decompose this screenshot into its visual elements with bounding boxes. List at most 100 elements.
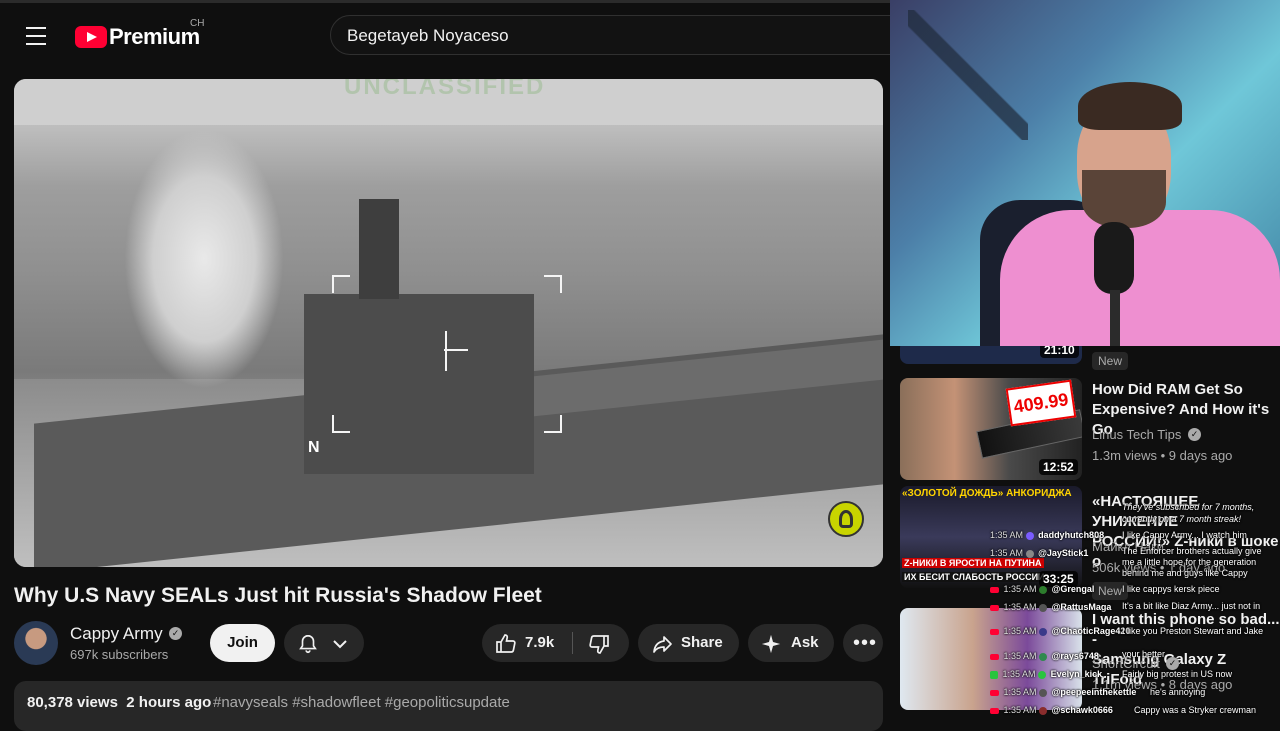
frame-ship-superstructure [304,294,534,474]
chat-time: 1:35 AM [1003,602,1037,612]
top-divider [0,0,890,3]
sparkle-icon [761,634,781,654]
youtube-icon [990,628,999,635]
chat-message: Fairly big protest in US now [1122,669,1233,679]
share-button[interactable]: Share [638,624,739,662]
chat-message: he's annoying [1150,687,1206,697]
streamer-hair [1078,82,1182,130]
chat-message: I like you Preston Stewart and Jake [1122,626,1264,636]
chat-message: behind me and guys like Cappy [1122,568,1248,578]
more-horiz-icon: ••• [853,632,878,654]
microphone [1094,222,1134,294]
channel-watermark-icon[interactable] [828,501,864,537]
reticle-center-v [445,331,447,371]
chat-message: The Enforcer brothers actually give [1122,546,1262,556]
youtube-logo-icon[interactable] [75,26,107,48]
chat-avatar [1039,706,1048,715]
menu-icon[interactable] [26,27,46,45]
reticle-corner-tr [544,275,562,293]
verified-icon: ✓ [169,627,182,640]
logo-country-code: CH [190,18,205,29]
streamer-beard [1082,170,1166,228]
chat-avatar [1039,603,1048,612]
chat-time: 1:35 AM [1003,584,1037,594]
webcam-overlay [890,0,1280,346]
kick-icon [990,670,998,679]
chat-username: @ChaoticRage420 [1051,626,1131,636]
chat-message: I like Cappy Army... I watch him [1122,530,1247,540]
verified-icon: ✓ [1188,428,1201,441]
bell-icon [299,634,317,654]
rec-channel[interactable]: Linus Tech Tips [1092,427,1181,442]
rec-title-line1: How Did RAM Get So [1092,381,1243,398]
chat-row: 1:35 AM @rays6748 [990,651,1099,661]
chat-avatar [1039,688,1048,697]
chat-message: currently on a 7 month streak! [1122,514,1242,524]
hashtags[interactable]: #navyseals #shadowfleet #geopoliticsupda… [213,694,510,711]
new-badge: New [1092,352,1129,370]
view-count: 80,378 views [27,694,118,711]
frame-letter: N [308,439,320,456]
more-actions-button[interactable]: ••• [843,624,883,662]
chevron-down-icon [333,640,347,649]
microphone-stand [1110,290,1120,346]
chat-message: your better [1122,649,1166,659]
video-player[interactable]: UNCLASSIFIED N [14,79,883,567]
rec-duration: 12:52 [1039,459,1078,475]
like-divider [572,632,573,654]
chat-row: 1:35 AM @ChaoticRage420 [990,626,1130,636]
chat-row: 1:35 AM @JayStick1 [990,548,1088,558]
search-input-value[interactable]: Begetayeb Noyaceso [347,26,509,46]
notifications-button[interactable] [284,624,364,662]
chat-time: 1:35 AM [1002,669,1036,679]
chat-username: daddyhutch808 [1038,530,1105,540]
chat-row: 1:35 AM daddyhutch808 [990,530,1104,540]
chat-username: @peepeeinthekettle [1051,687,1137,697]
youtube-icon [990,707,999,714]
chat-time: 1:35 AM [1003,651,1037,661]
join-button[interactable]: Join [210,624,275,662]
chat-username: @schawk0666 [1051,705,1113,715]
thumbs-up-icon[interactable] [494,632,518,656]
frame-ship-mast [359,199,399,299]
rec-duration-partial: 21:10 [1040,346,1079,358]
chat-avatar [1025,549,1034,558]
rec-meta: 1.3m views • 9 days ago [1092,448,1233,463]
frame-top-banner: UNCLASSIFIED [344,79,546,100]
thumbs-down-icon[interactable] [587,632,611,656]
like-dislike-group: 7.9k [482,624,629,662]
youtube-icon [990,689,999,696]
chat-username: @rays6748 [1051,651,1099,661]
chat-avatar [1039,585,1048,594]
ask-label: Ask [791,634,819,651]
chat-username: @Grengal [1051,584,1095,594]
streamer-shirt [1000,210,1280,346]
youtube-icon [990,604,999,611]
chat-overlay: They've subscribed for 7 months, current… [990,498,1280,720]
chat-avatar [1038,670,1047,679]
reticle-corner-tl [332,275,350,293]
chat-message: Cappy was a Stryker crewman [1134,705,1257,715]
youtube-icon [990,653,999,660]
subscriber-count: 697k subscribers [70,647,169,662]
like-count[interactable]: 7.9k [525,634,554,651]
chat-row: 1:35 AM @Grengal [990,584,1094,594]
chat-row: 1:35 AM Evelyn_kick [990,669,1102,679]
chat-username: @RattusMaga [1051,602,1112,612]
logo-text[interactable]: Premium [109,24,200,50]
chat-time: 1:35 AM [990,548,1024,558]
share-icon [653,636,672,653]
chat-time: 1:35 AM [1003,687,1037,697]
youtube-icon [990,586,999,593]
channel-name[interactable]: Cappy Army [70,624,163,644]
chat-avatar [1025,531,1034,540]
chat-message: They've subscribed for 7 months, [1122,502,1255,512]
video-title: Why U.S Navy SEALs Just hit Russia's Sha… [14,584,542,607]
chat-row: 1:35 AM @schawk0666 [990,705,1113,715]
chat-avatar [1039,627,1048,636]
ask-button[interactable]: Ask [748,624,834,662]
upload-age: 2 hours ago [126,694,212,711]
frame-smoke [124,129,284,389]
chat-time: 1:35 AM [1003,705,1037,715]
channel-avatar[interactable] [14,621,58,665]
